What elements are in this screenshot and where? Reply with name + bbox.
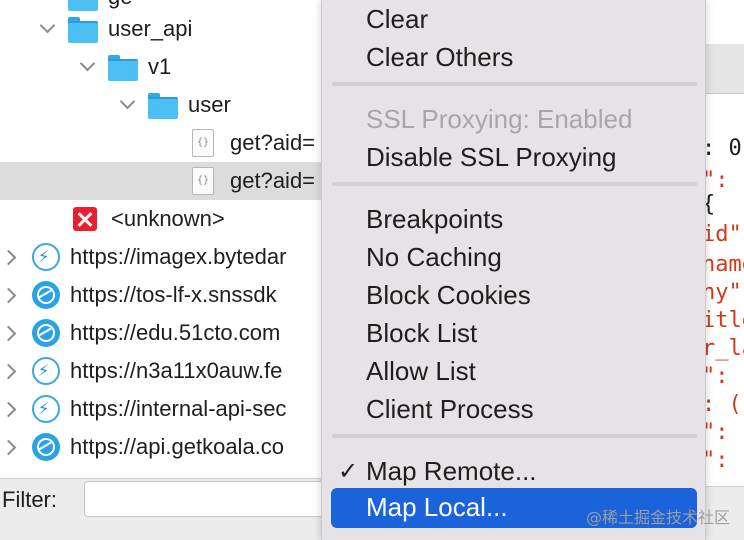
menu-item-client-process[interactable]: Client Process bbox=[322, 390, 707, 428]
tree-row-user-api[interactable]: user_api bbox=[0, 10, 330, 48]
tree-row-host[interactable]: https://edu.51cto.com bbox=[0, 314, 330, 352]
folder-icon bbox=[68, 17, 98, 43]
tree-row-label: <unknown> bbox=[111, 206, 225, 231]
code-line: : 0 bbox=[702, 136, 742, 161]
session-tree: ge user_api v1 user {} get?aid= {} get?a… bbox=[0, 0, 330, 478]
globe-icon bbox=[32, 281, 60, 309]
chevron-down-icon[interactable] bbox=[80, 60, 94, 74]
code-line: itle bbox=[702, 308, 744, 333]
filter-label: Filter: bbox=[2, 487, 57, 512]
tree-row-label: ge bbox=[108, 0, 132, 10]
checkmark-icon: ✓ bbox=[338, 457, 359, 485]
json-file-icon: {} bbox=[192, 167, 214, 195]
globe-icon bbox=[32, 319, 60, 347]
code-line: r_la bbox=[702, 336, 744, 361]
tree-row-label: get?aid= bbox=[230, 168, 316, 193]
json-file-icon: {} bbox=[192, 129, 214, 157]
tree-row-label: user bbox=[188, 92, 231, 117]
code-line: ": " bbox=[702, 168, 744, 193]
tree-row-user[interactable]: user bbox=[0, 86, 330, 124]
folder-icon bbox=[68, 0, 98, 11]
chevron-down-icon[interactable] bbox=[120, 98, 134, 112]
menu-separator bbox=[332, 82, 697, 86]
lightning-icon bbox=[32, 243, 60, 271]
menu-item-ssl-status: SSL Proxying: Enabled bbox=[366, 104, 633, 134]
menu-separator bbox=[332, 434, 697, 438]
tree-row-host[interactable]: https://internal-api-sec bbox=[0, 390, 330, 428]
chevron-right-icon[interactable] bbox=[4, 364, 18, 378]
menu-item-label: Map Remote... bbox=[366, 456, 537, 486]
code-line: ": ( bbox=[702, 364, 744, 389]
filter-input[interactable] bbox=[84, 481, 334, 517]
code-line: ny" bbox=[702, 280, 742, 305]
lightning-icon bbox=[32, 357, 60, 385]
tree-row-label: https://api.getkoala.co bbox=[70, 434, 285, 459]
code-line: : ( bbox=[702, 392, 742, 417]
chevron-right-icon[interactable] bbox=[4, 440, 18, 454]
tree-row-host[interactable]: https://api.getkoala.co bbox=[0, 428, 330, 466]
error-x-icon bbox=[73, 207, 97, 231]
chevron-right-icon[interactable] bbox=[4, 402, 18, 416]
menu-item-allow-list[interactable]: Allow List bbox=[322, 352, 707, 390]
tree-row-label: https://n3a11x0auw.fe bbox=[70, 358, 283, 383]
tree-row-label: https://imagex.bytedar bbox=[70, 244, 287, 269]
tree-row-label: https://tos-lf-x.snssdk bbox=[70, 282, 277, 307]
menu-item-breakpoints[interactable]: Breakpoints bbox=[322, 200, 707, 238]
chevron-right-icon[interactable] bbox=[4, 250, 18, 264]
menu-separator bbox=[332, 182, 697, 186]
chevron-right-icon[interactable] bbox=[4, 326, 18, 340]
menu-item-block-list[interactable]: Block List bbox=[322, 314, 707, 352]
tree-row-host[interactable]: https://imagex.bytedar bbox=[0, 238, 330, 276]
code-line: ": ( bbox=[702, 448, 744, 473]
tree-row-label: https://internal-api-sec bbox=[70, 396, 287, 421]
globe-icon bbox=[32, 433, 60, 461]
menu-item-disable-ssl-proxying[interactable]: Disable SSL Proxying bbox=[322, 138, 707, 176]
tree-row-label: v1 bbox=[148, 54, 172, 79]
menu-item-clear-others[interactable]: Clear Others bbox=[322, 38, 707, 76]
filter-bar: Filter: bbox=[0, 478, 334, 540]
tree-row-unknown[interactable]: <unknown> bbox=[0, 200, 330, 238]
chevron-right-icon[interactable] bbox=[4, 288, 18, 302]
menu-item-clear[interactable]: Clear bbox=[322, 0, 707, 38]
tree-row-request[interactable]: {} get?aid= bbox=[0, 124, 330, 162]
menu-item-block-cookies[interactable]: Block Cookies bbox=[322, 276, 707, 314]
tree-row-label: user_api bbox=[108, 16, 193, 41]
code-line: name bbox=[702, 252, 744, 277]
code-line: ": ( bbox=[702, 420, 744, 445]
watermark: @稀土掘金技术社区 bbox=[586, 508, 731, 527]
menu-item-no-caching[interactable]: No Caching bbox=[322, 238, 707, 276]
menu-item-map-remote[interactable]: ✓ Map Remote... bbox=[322, 452, 707, 490]
folder-icon bbox=[148, 93, 178, 119]
code-token: : 0 bbox=[702, 136, 742, 161]
chevron-down-icon[interactable] bbox=[40, 22, 54, 36]
tree-row-host[interactable]: https://n3a11x0auw.fe bbox=[0, 352, 330, 390]
tree-row-request-selected[interactable]: {} get?aid= bbox=[0, 162, 330, 200]
tree-row-label: https://edu.51cto.com bbox=[70, 320, 281, 345]
code-line: id" bbox=[702, 222, 742, 247]
context-menu: Clear Clear Others SSL Proxying: Enabled… bbox=[321, 0, 706, 540]
lightning-icon bbox=[32, 395, 60, 423]
tree-row-v1[interactable]: v1 bbox=[0, 48, 330, 86]
tree-row-label: get?aid= bbox=[230, 130, 316, 155]
tree-row-host[interactable]: https://tos-lf-x.snssdk bbox=[0, 276, 330, 314]
folder-icon bbox=[108, 55, 138, 81]
